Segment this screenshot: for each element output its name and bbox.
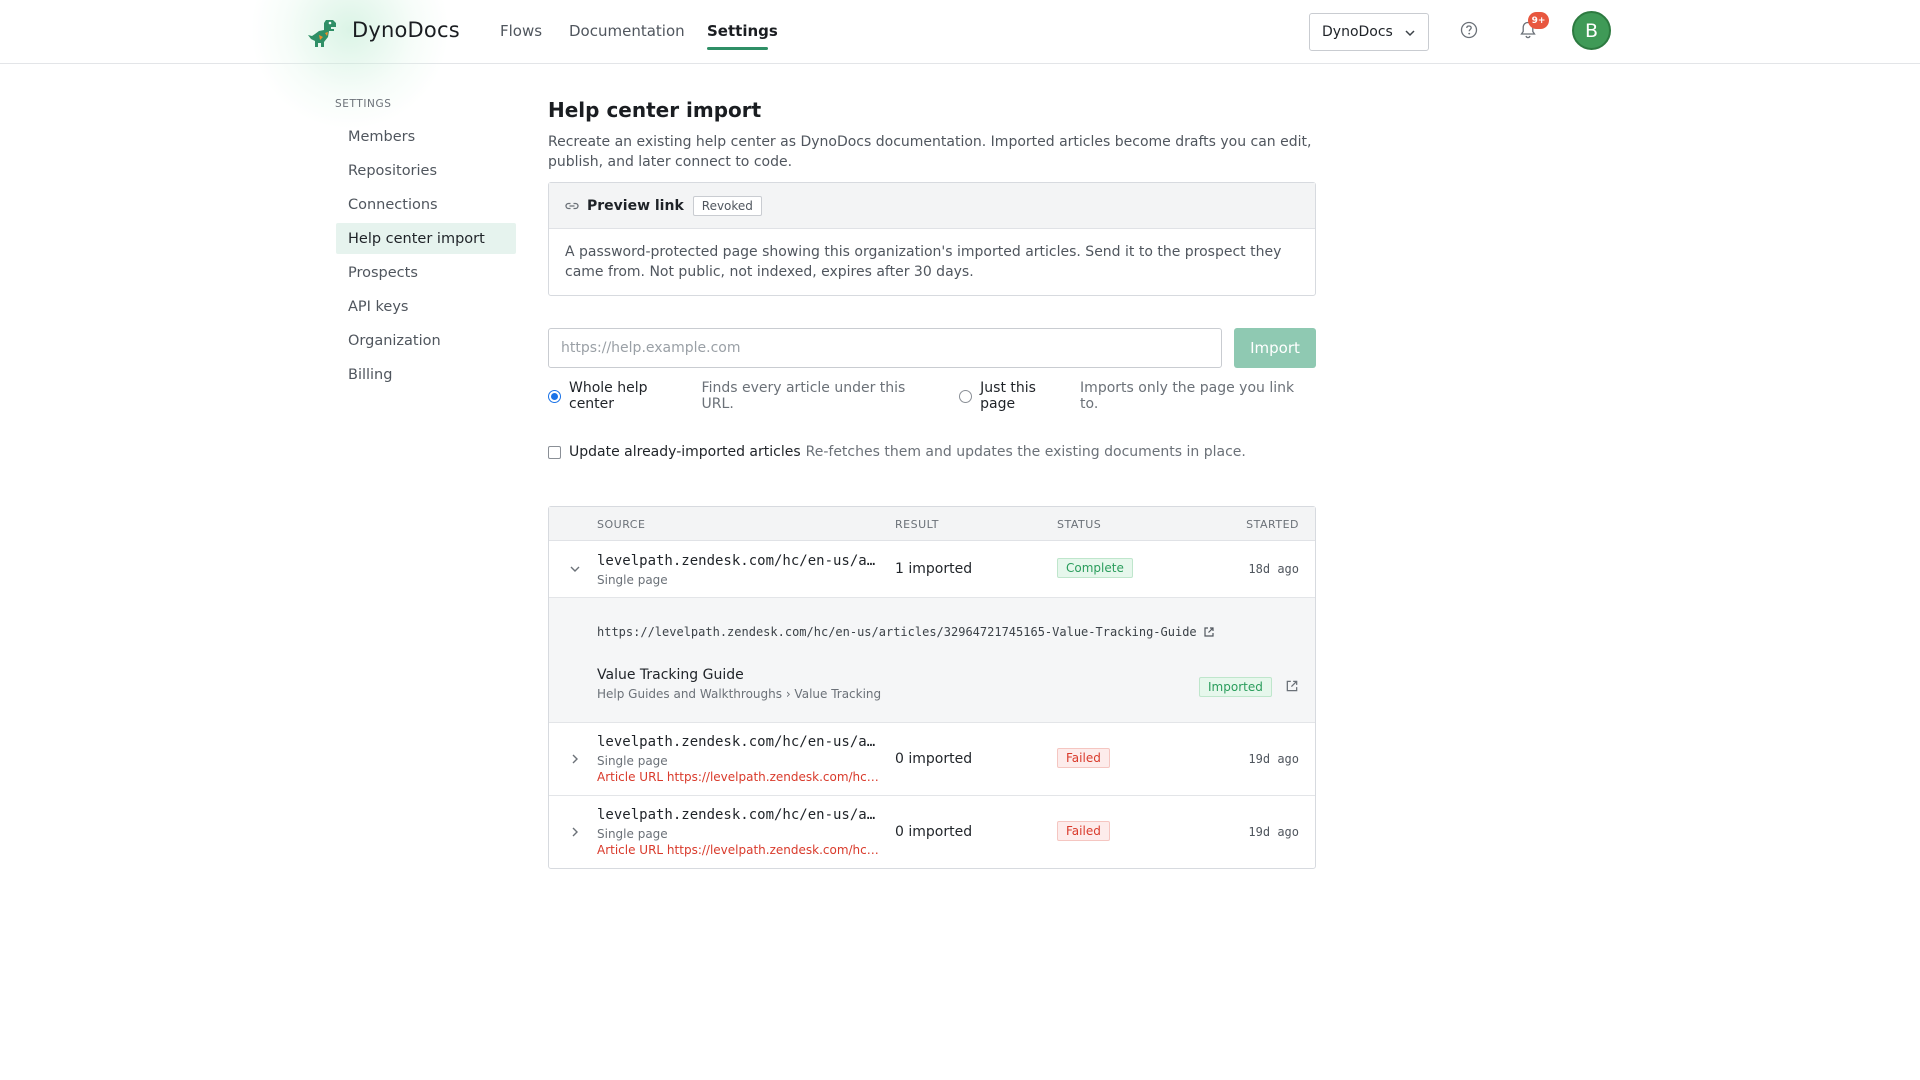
import-history-table: SOURCE RESULT STATUS STARTED levelpath.z… — [548, 506, 1316, 869]
row-mode: Single page — [597, 573, 668, 587]
preview-link-card: Preview link Revoked A password-protecte… — [548, 182, 1316, 296]
sidebar-item-billing[interactable]: Billing — [336, 359, 516, 390]
dino-logo-icon[interactable] — [306, 17, 340, 51]
help-circle-icon[interactable] — [1460, 21, 1478, 39]
chevron-right-icon[interactable] — [569, 826, 581, 838]
preview-link-description: A password-protected page showing this o… — [565, 244, 1282, 280]
row-detail-panel: https://levelpath.zendesk.com/hc/en-us/a… — [549, 598, 1315, 723]
notification-count-badge: 9+ — [1528, 12, 1549, 29]
nav-flows[interactable]: Flows — [500, 22, 542, 40]
org-selector-label: DynoDocs — [1322, 24, 1393, 40]
detail-source-url[interactable]: https://levelpath.zendesk.com/hc/en-us/a… — [597, 625, 1197, 639]
page-description: Recreate an existing help center as Dyno… — [548, 134, 1312, 170]
external-link-icon[interactable] — [1285, 679, 1299, 693]
row-source: levelpath.zendesk.com/hc/en-us/articles/ — [597, 734, 881, 750]
chevron-down-icon — [1405, 30, 1415, 37]
row-result: 1 imported — [895, 561, 973, 577]
row-result: 0 imported — [895, 751, 973, 767]
row-source: levelpath.zendesk.com/hc/en-us/articles/… — [597, 553, 881, 569]
help-center-url-input[interactable] — [548, 328, 1222, 368]
status-badge: Failed — [1057, 748, 1110, 768]
sidebar-item-api-keys[interactable]: API keys — [336, 291, 516, 322]
user-avatar[interactable]: B — [1572, 11, 1611, 50]
row-mode: Single page — [597, 754, 668, 768]
org-selector[interactable]: DynoDocs — [1309, 13, 1429, 51]
preview-link-title: Preview link — [587, 197, 684, 214]
chevron-down-icon[interactable] — [569, 563, 581, 575]
update-existing-label[interactable]: Update already-imported articles — [569, 444, 801, 460]
top-bar: DynoDocs Flows Documentation Settings Dy… — [0, 0, 1920, 130]
sidebar-item-help-center-import[interactable]: Help center import — [336, 223, 516, 254]
row-started: 19d ago — [1248, 752, 1299, 766]
detail-source-link[interactable]: https://levelpath.zendesk.com/hc/en-us/a… — [597, 625, 1215, 639]
chevron-right-icon[interactable] — [569, 753, 581, 765]
status-badge: Failed — [1057, 821, 1110, 841]
import-button[interactable]: Import — [1234, 328, 1316, 368]
row-result: 0 imported — [895, 824, 973, 840]
whole-help-center-label[interactable]: Whole help center — [569, 380, 697, 412]
article-breadcrumb: Help Guides and Walkthroughs › Value Tra… — [597, 687, 882, 701]
table-row[interactable]: levelpath.zendesk.com/hc/en-us/articles/… — [549, 723, 1315, 796]
link-icon — [565, 202, 579, 209]
update-existing-option: Update already-imported articles Re-fetc… — [548, 442, 1316, 462]
page-title: Help center import — [548, 98, 762, 122]
row-error: Article URL https://levelpath.zendesk.co… — [597, 770, 881, 784]
nav-settings[interactable]: Settings — [707, 22, 778, 40]
update-existing-checkbox[interactable] — [548, 445, 561, 459]
brand-name[interactable]: DynoDocs — [352, 18, 460, 42]
status-badge: Complete — [1057, 558, 1133, 578]
whole-help-center-hint: Finds every article under this URL. — [701, 380, 906, 412]
row-error: Article URL https://levelpath.zendesk.co… — [597, 843, 881, 857]
row-source: levelpath.zendesk.com/hc/en-us/articles/ — [597, 807, 881, 823]
nav-active-underline — [707, 47, 768, 50]
whole-help-center-radio[interactable] — [548, 389, 561, 403]
table-header: SOURCE RESULT STATUS STARTED — [549, 507, 1315, 541]
column-header-result: RESULT — [895, 518, 939, 531]
sidebar-heading: SETTINGS — [335, 98, 392, 110]
article-title: Value Tracking Guide — [597, 667, 744, 683]
sidebar-item-repositories[interactable]: Repositories — [336, 155, 516, 186]
sidebar-item-prospects[interactable]: Prospects — [336, 257, 516, 288]
row-started: 19d ago — [1248, 825, 1299, 839]
nav-documentation[interactable]: Documentation — [569, 22, 685, 40]
table-row[interactable]: levelpath.zendesk.com/hc/en-us/articles/… — [549, 796, 1315, 868]
column-header-started: STARTED — [1246, 518, 1299, 531]
preview-link-header: Preview link Revoked — [549, 183, 1315, 229]
row-mode: Single page — [597, 827, 668, 841]
imported-badge: Imported — [1199, 677, 1272, 697]
table-row[interactable]: levelpath.zendesk.com/hc/en-us/articles/… — [549, 541, 1315, 598]
update-existing-hint: Re-fetches them and updates the existing… — [805, 444, 1246, 460]
external-link-icon[interactable] — [1203, 626, 1215, 638]
just-this-page-hint: Imports only the page you link to. — [1080, 380, 1295, 412]
row-started: 18d ago — [1248, 562, 1299, 576]
main-content: Help center import Recreate an existing … — [548, 98, 1316, 869]
column-header-source: SOURCE — [597, 518, 646, 531]
just-this-page-radio[interactable] — [959, 389, 973, 403]
sidebar-item-members[interactable]: Members — [336, 121, 516, 152]
import-scope-options: Whole help center Finds every article un… — [548, 380, 1316, 412]
revoked-badge: Revoked — [692, 195, 762, 216]
import-form: Import — [548, 328, 1316, 368]
sidebar-item-organization[interactable]: Organization — [336, 325, 516, 356]
just-this-page-label[interactable]: Just this page — [980, 380, 1075, 412]
sidebar-item-connections[interactable]: Connections — [336, 189, 516, 220]
column-header-status: STATUS — [1057, 518, 1102, 531]
